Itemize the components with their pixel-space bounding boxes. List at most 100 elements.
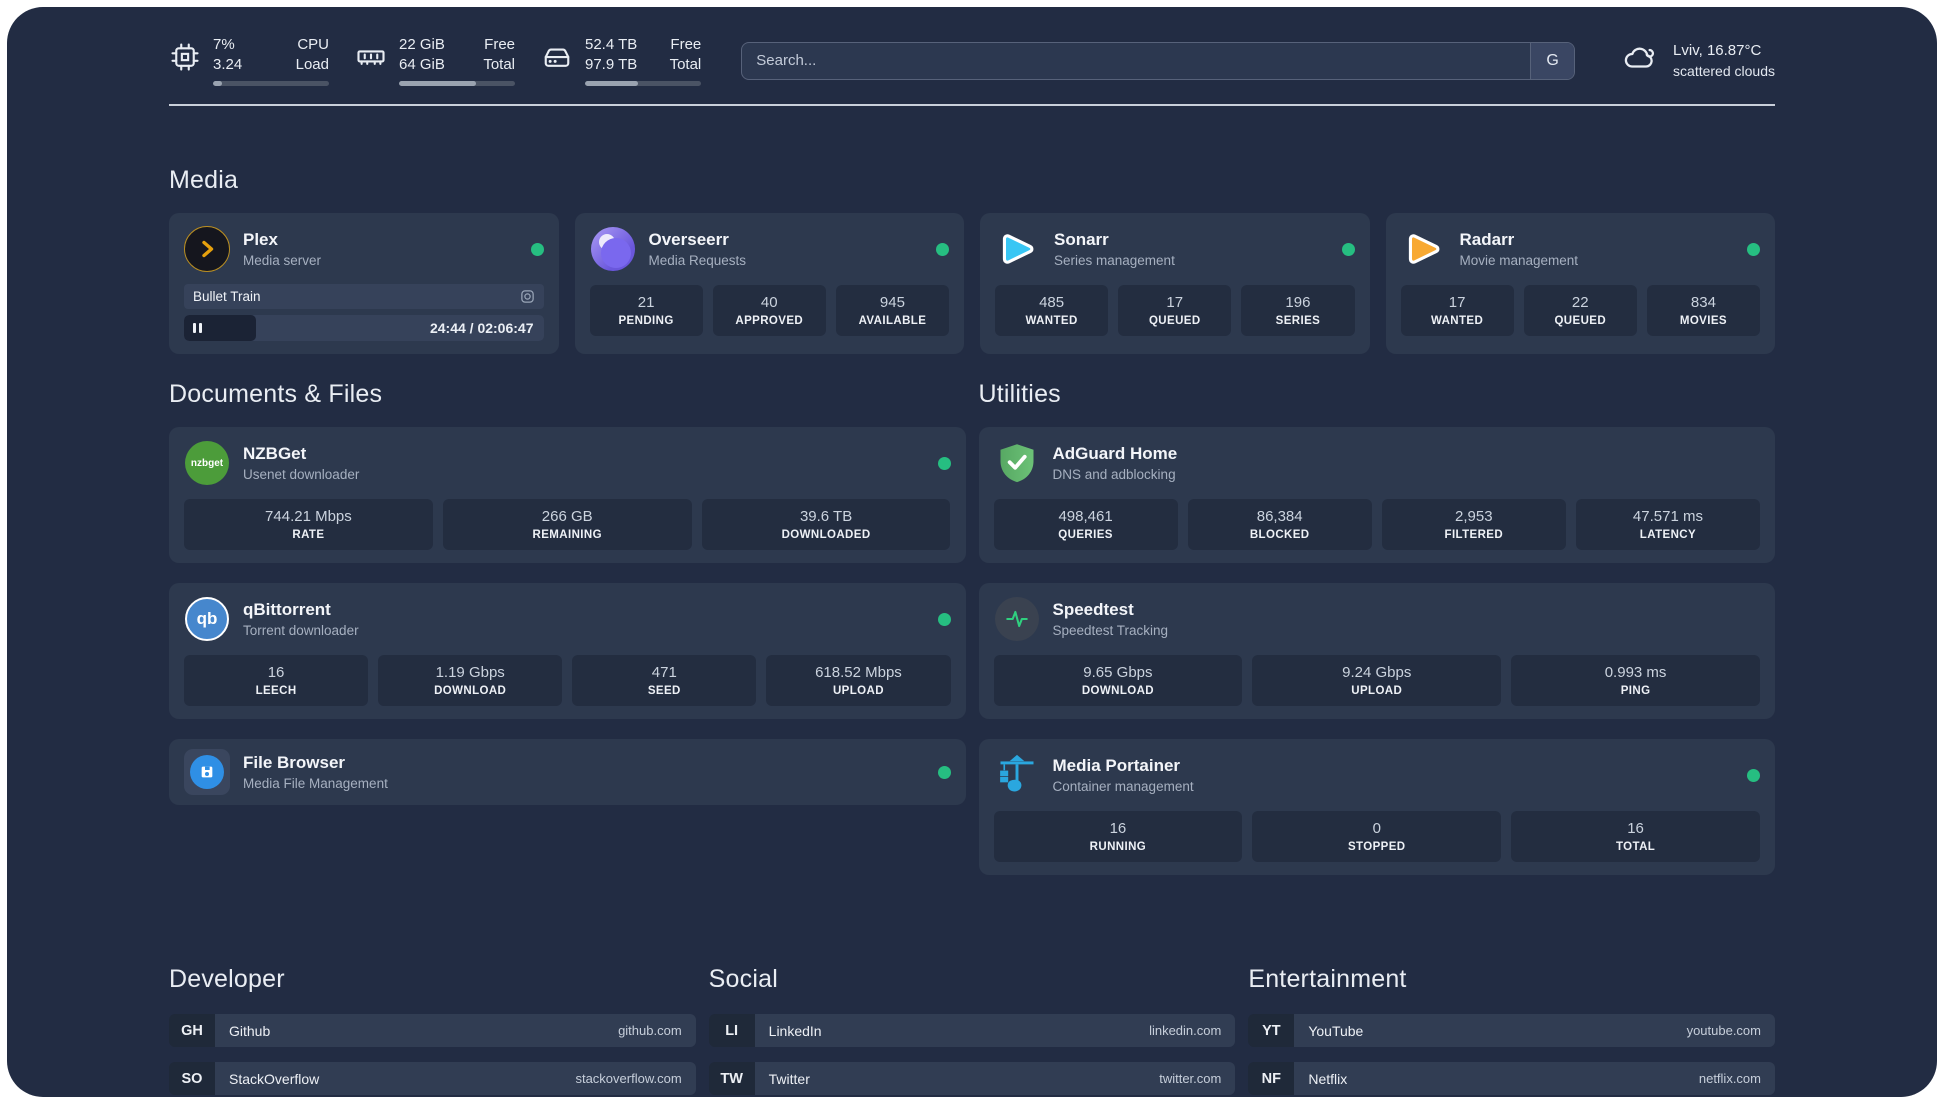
stat-box: 266 GB REMAINING	[442, 499, 692, 550]
bookmark-name: Netflix	[1308, 1070, 1348, 1087]
documents-column: Documents & Files nzbget NZBGet Usenet d…	[169, 380, 966, 825]
stat-box: 498,461 QUERIES	[993, 499, 1178, 550]
service-title: Plex	[243, 229, 278, 249]
service-title: Radarr	[1459, 229, 1515, 249]
bookmark-url: stackoverflow.com	[575, 1071, 682, 1086]
plex-icon	[184, 226, 230, 272]
bookmark-abbr: TW	[708, 1062, 755, 1095]
disk-free-label: Free	[670, 36, 702, 53]
service-subtitle: Media Requests	[648, 252, 747, 268]
stat-box: 86,384 BLOCKED	[1187, 499, 1372, 550]
bookmark-linkedin[interactable]: LI LinkedIn linkedin.com	[708, 1014, 1236, 1047]
stat-box: 618.52 Mbps UPLOAD	[766, 655, 951, 706]
search-input[interactable]	[741, 41, 1576, 80]
service-subtitle: Container management	[1052, 778, 1194, 794]
bookmark-url: linkedin.com	[1149, 1023, 1222, 1038]
service-subtitle: DNS and adblocking	[1052, 466, 1176, 482]
service-card-qbittorrent[interactable]: qb qBittorrent Torrent downloader 16 LEE…	[169, 583, 966, 719]
service-subtitle: Speedtest Tracking	[1052, 622, 1169, 638]
service-card-nzbget[interactable]: nzbget NZBGet Usenet downloader 744.21 M…	[169, 427, 966, 563]
disk-free-value: 52.4 TB	[585, 36, 638, 53]
qbittorrent-icon: qb	[184, 596, 230, 642]
bookmark-name: StackOverflow	[229, 1070, 320, 1087]
stat-box: 1.19 Gbps DOWNLOAD	[378, 655, 563, 706]
stat-box: 16 LEECH	[184, 655, 369, 706]
bookmark-stackoverflow[interactable]: SO StackOverflow stackoverflow.com	[169, 1062, 696, 1095]
disk-total-label: Total	[669, 56, 702, 73]
bookmark-abbr: NF	[1248, 1062, 1295, 1095]
service-card-adguard[interactable]: AdGuard Home DNS and adblocking 498,461 …	[978, 427, 1775, 563]
status-online-dot	[1747, 768, 1760, 782]
stat-box: 196 SERIES	[1241, 285, 1355, 336]
bookmark-name: Twitter	[768, 1070, 810, 1087]
service-card-overseerr[interactable]: Overseerr Media Requests 21 PENDING 40 A…	[574, 213, 964, 354]
adguard-icon	[994, 440, 1040, 486]
ram-progress-fill	[399, 81, 476, 86]
service-title: Media Portainer	[1052, 755, 1181, 775]
service-title: File Browser	[243, 752, 346, 772]
bookmark-name: YouTube	[1308, 1022, 1364, 1039]
cpu-stat-widget: 7% 3.24 CPU Load	[169, 35, 329, 86]
service-title: Overseerr	[648, 229, 729, 249]
cloud-icon	[1619, 41, 1659, 80]
service-title: Speedtest	[1052, 599, 1134, 619]
bookmark-github[interactable]: GH Github github.com	[169, 1014, 696, 1047]
bookmark-abbr: LI	[708, 1014, 755, 1047]
disk-total-value: 97.9 TB	[585, 56, 638, 73]
service-title: qBittorrent	[243, 599, 331, 619]
service-card-plex[interactable]: Plex Media server Bullet Train 24:44 / 0…	[169, 213, 559, 354]
search-provider-button[interactable]: G	[1530, 42, 1575, 79]
now-playing-row: Bullet Train	[184, 284, 544, 309]
cpu-percent: 7%	[213, 36, 235, 53]
cpu-label: CPU	[297, 36, 329, 53]
service-card-sonarr[interactable]: Sonarr Series management 485 WANTED 17 Q…	[980, 213, 1370, 354]
ram-total-label: Total	[483, 56, 515, 73]
portainer-icon	[994, 752, 1040, 798]
section-title-social: Social	[708, 965, 778, 993]
bookmark-abbr: YT	[1248, 1014, 1295, 1047]
service-card-portainer[interactable]: Media Portainer Container management 16 …	[978, 739, 1775, 875]
ram-stat-widget: 22 GiB 64 GiB Free Total	[355, 35, 515, 86]
radarr-icon	[1401, 226, 1447, 272]
bookmark-netflix[interactable]: NF Netflix netflix.com	[1248, 1062, 1775, 1095]
bookmark-url: netflix.com	[1698, 1071, 1761, 1086]
cpu-load-value: 3.24	[213, 56, 243, 73]
stat-box: 17 WANTED	[1400, 285, 1514, 336]
filebrowser-icon	[184, 749, 230, 795]
status-online-dot	[937, 456, 951, 470]
bookmark-twitter[interactable]: TW Twitter twitter.com	[708, 1062, 1236, 1095]
weather-widget: Lviv, 16.87°C scattered clouds	[1619, 41, 1775, 81]
disk-progress-track	[585, 81, 702, 86]
stat-box: 834 MOVIES	[1646, 285, 1761, 336]
stat-box: 0 STOPPED	[1252, 811, 1502, 862]
section-title-entertainment: Entertainment	[1248, 965, 1407, 993]
stat-box: 40 APPROVED	[712, 285, 826, 336]
bookmarks-developer: Developer GH Github github.com SO StackO…	[169, 965, 696, 1097]
disk-stat-widget: 52.4 TB 97.9 TB Free Total	[541, 35, 702, 86]
stat-box: 47.571 ms LATENCY	[1575, 499, 1760, 550]
service-subtitle: Series management	[1054, 252, 1175, 268]
bookmark-abbr: GH	[169, 1014, 215, 1047]
section-title-documents: Documents & Files	[169, 380, 383, 408]
cpu-icon	[169, 41, 201, 73]
bookmark-youtube[interactable]: YT YouTube youtube.com	[1248, 1014, 1775, 1047]
status-online-dot	[937, 612, 951, 626]
section-title-developer: Developer	[169, 965, 285, 993]
service-card-radarr[interactable]: Radarr Movie management 17 WANTED 22 QUE…	[1385, 213, 1775, 354]
dashboard: 7% 3.24 CPU Load 22 GiB 64 GiB Free Tota…	[7, 7, 1937, 1097]
playback-progress-fill	[184, 315, 256, 341]
bookmarks-social: Social LI LinkedIn linkedin.com TW Twitt…	[708, 965, 1236, 1097]
header-bar: 7% 3.24 CPU Load 22 GiB 64 GiB Free Tota…	[169, 35, 1775, 86]
status-online-dot	[1747, 242, 1760, 256]
section-title-utilities: Utilities	[978, 380, 1061, 408]
bookmark-name: LinkedIn	[768, 1022, 822, 1039]
stat-box: 22 QUEUED	[1523, 285, 1637, 336]
stat-box: 0.993 ms PING	[1511, 655, 1760, 706]
stat-box: 471 SEED	[572, 655, 757, 706]
cpu-load-label: Load	[295, 56, 329, 73]
cpu-progress-track	[213, 81, 329, 86]
service-card-speedtest[interactable]: Speedtest Speedtest Tracking 9.65 Gbps D…	[978, 583, 1775, 719]
overseerr-icon	[590, 226, 636, 272]
service-card-filebrowser[interactable]: File Browser Media File Management	[169, 739, 966, 805]
bookmark-url: youtube.com	[1686, 1023, 1761, 1038]
